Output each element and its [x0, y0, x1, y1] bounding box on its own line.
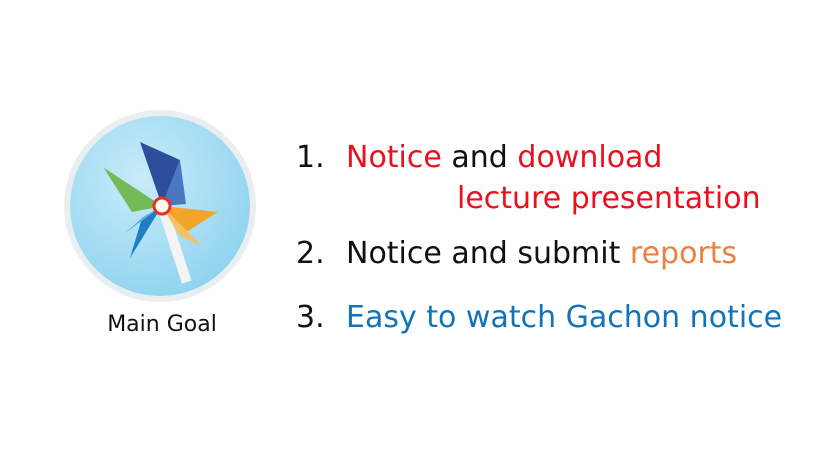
goal-item-1: 1. Notice and download	[296, 140, 662, 176]
goal-text-highlight: Easy to watch Gachon notice	[346, 300, 783, 335]
goal-text-highlight: Notice	[346, 140, 442, 175]
goal-number: 2.	[296, 236, 325, 271]
goal-item-2: 2. Notice and submit reports	[296, 236, 737, 272]
goal-number: 1.	[296, 140, 325, 175]
goal-item-3: 3. Easy to watch Gachon notice	[296, 300, 782, 336]
goal-text: Notice and submit	[346, 236, 621, 271]
goal-text-highlight: lecture presentation	[457, 181, 761, 216]
goal-list: 1. Notice and download lecture presentati…	[296, 0, 826, 468]
goal-number: 3.	[296, 300, 325, 335]
goal-text: and	[451, 140, 508, 175]
goal-text-highlight: download	[517, 140, 663, 175]
goal-item-1-continuation: lecture presentation	[457, 181, 761, 217]
logo-caption: Main Goal	[107, 312, 217, 337]
pinwheel-logo	[62, 108, 258, 304]
goal-text-highlight: reports	[629, 236, 738, 271]
pinwheel-icon	[64, 110, 256, 302]
